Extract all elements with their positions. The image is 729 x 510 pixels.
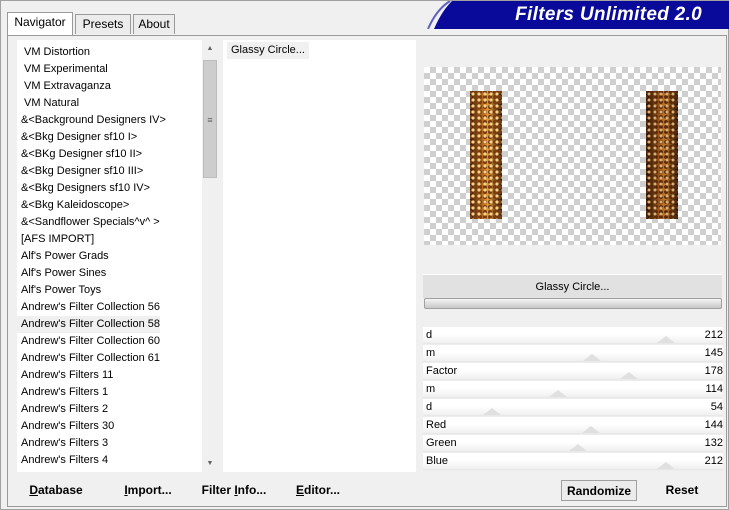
database-button[interactable]: Database (22, 480, 90, 500)
category-list-item[interactable]: Andrew's Filters 30 (17, 418, 114, 435)
category-list-item[interactable]: VM Experimental (17, 61, 108, 78)
slider-value: 132 (704, 437, 723, 449)
category-list-item[interactable]: VM Extravaganza (17, 78, 111, 95)
scroll-thumb[interactable]: ≡ (203, 60, 217, 178)
main-panel: VM Distortion VM Experimental VM Extravaga… (7, 35, 727, 507)
slider-row[interactable]: d 54 (423, 399, 723, 417)
slider-row[interactable]: m 114 (423, 381, 723, 399)
slider-thumb[interactable] (620, 372, 638, 379)
category-list-item[interactable]: Andrew's Filters 11 (17, 367, 113, 384)
slider-row[interactable]: m 145 (423, 345, 723, 363)
slider-row[interactable]: d 212 (423, 327, 723, 345)
category-list-item[interactable]: &<BKg Designer sf10 II> (17, 146, 142, 163)
filter-info-button[interactable]: Filter Info... (196, 480, 272, 500)
category-list-item[interactable]: &<Sandflower Specials^v^ > (17, 214, 160, 231)
slider-thumb[interactable] (582, 426, 600, 433)
category-list-item[interactable]: VM Natural (17, 95, 79, 112)
editor-label: ditor... (304, 483, 340, 497)
slider-label: Green (426, 437, 457, 449)
slider-divider (423, 451, 723, 452)
slider-label: Blue (426, 455, 449, 467)
slider-value: 212 (704, 329, 723, 341)
preview-result-image (646, 91, 678, 219)
slider-divider (423, 415, 723, 416)
scroll-up-icon[interactable]: ▲ (202, 40, 218, 57)
category-list-item[interactable]: &<Bkg Designer sf10 I> (17, 129, 137, 146)
category-list-item[interactable]: Alf's Power Grads (17, 248, 109, 265)
progress-bar (424, 298, 722, 309)
category-list-item[interactable]: Andrew's Filter Collection 60 (17, 333, 160, 350)
import-label: mport... (127, 483, 172, 497)
slider-divider (423, 433, 723, 434)
database-label: atabase (37, 483, 83, 497)
slider-row[interactable]: Factor 178 (423, 363, 723, 381)
tab-presets[interactable]: Presets (75, 14, 131, 34)
slider-thumb[interactable] (583, 354, 601, 361)
slider-divider (423, 379, 723, 380)
category-list-item[interactable]: &<Bkg Designers sf10 IV> (17, 180, 150, 197)
slider-row[interactable]: Blue 212 (423, 453, 723, 471)
filters-unlimited-window: Navigator Presets About Filters Unlimite… (0, 0, 729, 510)
import-button[interactable]: Import... (116, 480, 180, 500)
preview-canvas (424, 67, 721, 245)
reset-button[interactable]: Reset (656, 480, 708, 500)
slider-thumb[interactable] (657, 462, 675, 469)
tab-navigator[interactable]: Navigator (7, 12, 73, 35)
slider-value: 178 (704, 365, 723, 377)
slider-value: 145 (704, 347, 723, 359)
database-mnemonic: D (29, 483, 38, 497)
slider-label: Factor (426, 365, 458, 377)
slider-label: m (426, 347, 436, 359)
category-list-item[interactable]: VM Distortion (17, 44, 90, 61)
category-list-item[interactable]: Andrew's Filters 2 (17, 401, 108, 418)
slider-label: Red (426, 419, 447, 431)
slider-thumb[interactable] (483, 408, 501, 415)
editor-mnemonic: E (295, 483, 304, 497)
category-scrollbar[interactable]: ▲ ≡ ▼ (202, 40, 218, 472)
slider-label: d (426, 329, 433, 341)
category-list-item[interactable]: Andrew's Filter Collection 61 (17, 350, 160, 367)
category-list[interactable]: VM Distortion VM Experimental VM Extravaga… (17, 40, 218, 472)
slider-value: 212 (704, 455, 723, 467)
slider-divider (423, 397, 723, 398)
category-list-item[interactable]: Andrew's Filters 1 (17, 384, 108, 401)
slider-thumb[interactable] (657, 336, 675, 343)
slider-divider (423, 343, 723, 344)
filter-info-label: nfo... (237, 483, 267, 497)
category-list-item[interactable]: Andrew's Filters 3 (17, 435, 108, 452)
slider-divider (423, 361, 723, 362)
slider-row[interactable]: Red 144 (423, 417, 723, 435)
tab-about[interactable]: About (133, 14, 175, 34)
category-list-item[interactable]: &<Bkg Kaleidoscope> (17, 197, 129, 214)
scroll-down-icon[interactable]: ▼ (202, 455, 218, 472)
category-list-item[interactable]: Andrew's Filters 4 (17, 452, 108, 469)
category-list-item[interactable]: &<Background Designers IV> (17, 112, 166, 129)
slider-row[interactable]: Green 132 (423, 435, 723, 453)
app-banner: Filters Unlimited 2.0 (422, 1, 729, 29)
selected-filter-name: Glassy Circle... (423, 274, 722, 298)
category-list-item[interactable]: &<Bkg Designer sf10 III> (17, 163, 143, 180)
editor-button[interactable]: Editor... (292, 480, 344, 500)
slider-thumb[interactable] (569, 444, 587, 451)
preview-original-image (470, 91, 502, 219)
slider-label: m (426, 383, 436, 395)
filter-item-glassy-circle[interactable]: Glassy Circle... (227, 42, 309, 59)
slider-value: 114 (705, 383, 723, 395)
filter-list[interactable]: Glassy Circle... (223, 40, 416, 472)
category-list-item[interactable]: Andrew's Filter Collection 56 (17, 299, 160, 316)
slider-value: 144 (704, 419, 723, 431)
filter-info-prefix: Filter (201, 483, 235, 497)
slider-value: 54 (710, 401, 723, 413)
randomize-button[interactable]: Randomize (561, 480, 637, 501)
slider-thumb[interactable] (549, 390, 567, 397)
category-list-item[interactable]: Alf's Power Toys (17, 282, 101, 299)
category-list-item[interactable]: [AFS IMPORT] (17, 231, 94, 248)
slider-label: d (426, 401, 433, 413)
banner-title: Filters Unlimited 2.0 (515, 4, 702, 25)
slider-divider (423, 469, 723, 470)
category-list-item[interactable]: Andrew's Filter Collection 58 (17, 316, 161, 333)
category-list-item[interactable]: Alf's Power Sines (17, 265, 106, 282)
